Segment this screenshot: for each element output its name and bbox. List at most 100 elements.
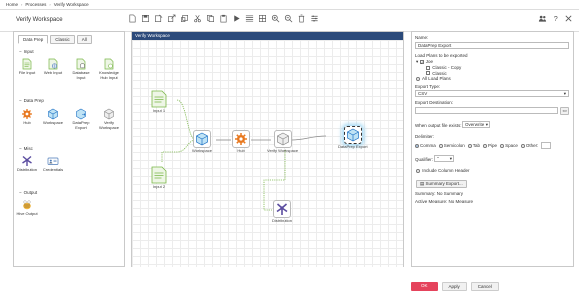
tool-knowledge-hub-input[interactable]: Knowledge Hub Input: [98, 58, 120, 80]
canvas-grid[interactable]: Input 1 Input 2 Workspace Hub Verify Wor…: [132, 40, 403, 267]
qualifier-value: ": [437, 156, 439, 161]
delimiter-label-tab: Tab: [472, 143, 481, 148]
plan-item-classic[interactable]: Classic: [426, 71, 447, 76]
section-input[interactable]: − Input: [19, 49, 34, 54]
radio-other[interactable]: [520, 143, 525, 148]
tool-verify-workspace[interactable]: Verify Workspace: [98, 108, 120, 130]
tool-label: Verify Workspace: [99, 120, 119, 130]
tool-label: DataPrep Export: [72, 120, 90, 130]
summary-export-label: Summary Export...: [425, 181, 463, 186]
browse-button[interactable]: ▭: [560, 107, 570, 115]
checkbox-classic[interactable]: [426, 71, 430, 76]
radio-include-header[interactable]: [416, 168, 420, 173]
hive-bee-icon: [21, 199, 33, 211]
save-icon[interactable]: [141, 14, 150, 23]
tool-database-input[interactable]: Database Input: [70, 58, 92, 80]
include-header-option[interactable]: Include Column Header: [416, 168, 470, 173]
when-exists-select[interactable]: Overwrite ▾: [462, 121, 490, 128]
import-icon[interactable]: [180, 14, 189, 23]
radio-all-load-plans[interactable]: [416, 76, 420, 81]
breadcrumb-current: Verify Workspace: [53, 2, 89, 7]
breadcrumb-home[interactable]: Home: [6, 2, 18, 7]
radio-space[interactable]: [500, 143, 505, 148]
node-input-2[interactable]: Input 2: [150, 166, 168, 189]
distribution-icon: [21, 155, 33, 167]
plan-item-classic-copy[interactable]: Classic - Copy: [426, 65, 461, 70]
export-destination-field[interactable]: [415, 107, 558, 114]
checkbox-joe[interactable]: ✓: [419, 59, 424, 64]
radio-comma[interactable]: [415, 143, 419, 148]
node-dataprep-export[interactable]: DataPrep Export: [338, 126, 368, 149]
users-icon[interactable]: [538, 14, 547, 23]
tool-distribution[interactable]: Distribution: [16, 155, 38, 173]
cut-icon[interactable]: [193, 14, 202, 23]
section-misc[interactable]: − Misc: [19, 146, 33, 151]
file-input-icon: [150, 166, 168, 184]
section-data-prep[interactable]: − Data Prep: [19, 98, 44, 103]
help-icon[interactable]: ?: [551, 14, 560, 23]
zoom-in-icon[interactable]: [271, 14, 280, 23]
radio-tab[interactable]: [467, 143, 472, 148]
expand-icon[interactable]: ▾: [416, 59, 418, 64]
chevron-down-icon: ▾: [563, 91, 566, 96]
close-icon[interactable]: [564, 14, 573, 23]
export-type-select[interactable]: CSV ▾: [415, 90, 569, 97]
chevron-right-icon: ›: [21, 2, 23, 7]
radio-pipe[interactable]: [483, 143, 488, 148]
section-output[interactable]: − Output: [19, 190, 37, 195]
tool-label: Hub: [23, 120, 31, 125]
tab-data-prep[interactable]: Data Prep: [18, 35, 49, 44]
page-title: Verify Workspace: [16, 17, 63, 23]
all-load-plans-option[interactable]: All Load Plans: [416, 76, 451, 81]
delimiter-comma[interactable]: Comma: [415, 143, 436, 148]
tab-classic[interactable]: Classic: [50, 35, 75, 44]
breadcrumb-processes[interactable]: Processes: [25, 2, 46, 7]
new-icon[interactable]: [128, 14, 137, 23]
save-as-icon[interactable]: [154, 14, 163, 23]
tool-hive-output[interactable]: Hive Output: [16, 199, 38, 217]
tool-dataprep-export[interactable]: DataPrep Export: [70, 108, 92, 130]
copy-icon[interactable]: [206, 14, 215, 23]
node-hub[interactable]: Hub: [232, 130, 250, 153]
delimiter-tab[interactable]: Tab: [467, 143, 481, 148]
delimiter-other[interactable]: Other:: [520, 143, 539, 148]
connection-input2-workspace: [161, 139, 197, 162]
node-verify-workspace[interactable]: Verify Workspace: [267, 130, 298, 153]
workflow-canvas[interactable]: Verify Workspace Input 1 Input 2 Workspa…: [131, 31, 404, 267]
delimiter-pipe[interactable]: Pipe: [483, 143, 497, 148]
node-distribution[interactable]: Distribution: [272, 200, 292, 223]
checkbox-classic-copy[interactable]: [426, 65, 430, 70]
grid-icon[interactable]: [245, 14, 254, 23]
ok-button[interactable]: OK: [411, 282, 438, 291]
cancel-button[interactable]: Cancel: [470, 282, 499, 291]
paste-icon[interactable]: [219, 14, 228, 23]
qualifier-select[interactable]: " ▾: [434, 155, 454, 162]
summary-export-button[interactable]: ▤ Summary Export...: [416, 180, 467, 188]
delimiter-space[interactable]: Space: [500, 143, 518, 148]
other-delimiter-field[interactable]: [541, 142, 552, 149]
tool-workspace[interactable]: Workspace: [42, 108, 64, 126]
dialog-actions: OK Apply Cancel: [411, 282, 499, 291]
delete-icon[interactable]: [297, 14, 306, 23]
play-icon[interactable]: [232, 14, 241, 23]
align-icon[interactable]: [258, 14, 267, 23]
tool-credentials[interactable]: Credentials: [42, 155, 64, 173]
zoom-out-icon[interactable]: [284, 14, 293, 23]
tool-web-input[interactable]: Web Input: [42, 58, 64, 76]
tool-file-input[interactable]: File Input: [16, 58, 38, 76]
delimiter-label-other: Other:: [525, 143, 539, 148]
section-misc-title: Misc: [23, 146, 33, 151]
node-workspace[interactable]: Workspace: [192, 130, 212, 153]
export-type-value: CSV: [418, 91, 428, 96]
tool-label: Workspace: [43, 120, 63, 125]
settings-icon[interactable]: [310, 14, 319, 23]
tab-all[interactable]: All: [76, 35, 92, 44]
section-input-title: Input: [23, 49, 34, 54]
node-input-1[interactable]: Input 1: [150, 90, 168, 113]
delimiter-semicolon[interactable]: Semicolon: [438, 143, 465, 148]
radio-semicolon[interactable]: [438, 143, 443, 148]
apply-button[interactable]: Apply: [441, 282, 467, 291]
name-field[interactable]: DataPrep Export: [415, 42, 569, 49]
export-icon[interactable]: [167, 14, 176, 23]
tool-hub[interactable]: Hub: [16, 108, 38, 126]
